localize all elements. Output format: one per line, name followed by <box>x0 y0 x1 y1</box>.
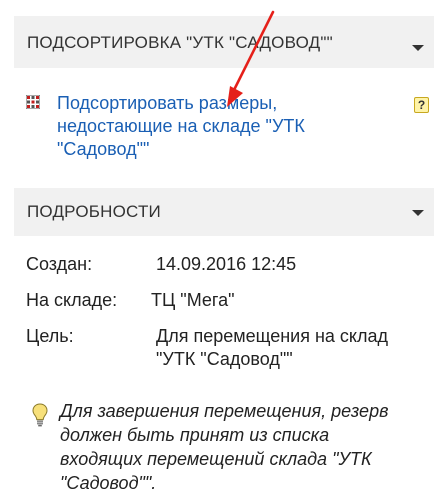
details-label: На складе: <box>26 290 118 310</box>
restock-section-header[interactable]: ПОДСОРТИРОВКА "УТК "САДОВОД"" <box>14 16 434 68</box>
details-section-title: ПОДРОБНОСТИ <box>27 202 161 221</box>
lightbulb-icon <box>32 403 48 427</box>
details-value: 14.09.2016 12:45 <box>156 254 297 274</box>
restock-sizes-link[interactable]: Подсортировать размеры, недостающие на с… <box>57 92 397 161</box>
grid-icon <box>26 95 40 109</box>
details-label: Цель: <box>26 326 74 346</box>
help-icon[interactable]: ? <box>414 97 429 113</box>
details-section-header[interactable]: ПОДРОБНОСТИ <box>14 188 434 236</box>
hint-text: Для завершения перемещения, резерв долже… <box>60 401 389 493</box>
restock-section-title: ПОДСОРТИРОВКА "УТК "САДОВОД"" <box>27 33 333 52</box>
sidebar-panel: ПОДСОРТИРОВКА "УТК "САДОВОД"" Подсортиро… <box>14 16 434 497</box>
details-value: ТЦ "Мега" <box>151 290 235 310</box>
chevron-down-icon[interactable] <box>412 210 424 216</box>
details-value: Для перемещения на склад "УТК "Садовод"" <box>156 326 389 369</box>
details-label: Создан: <box>26 254 93 274</box>
chevron-down-icon[interactable] <box>412 45 424 51</box>
